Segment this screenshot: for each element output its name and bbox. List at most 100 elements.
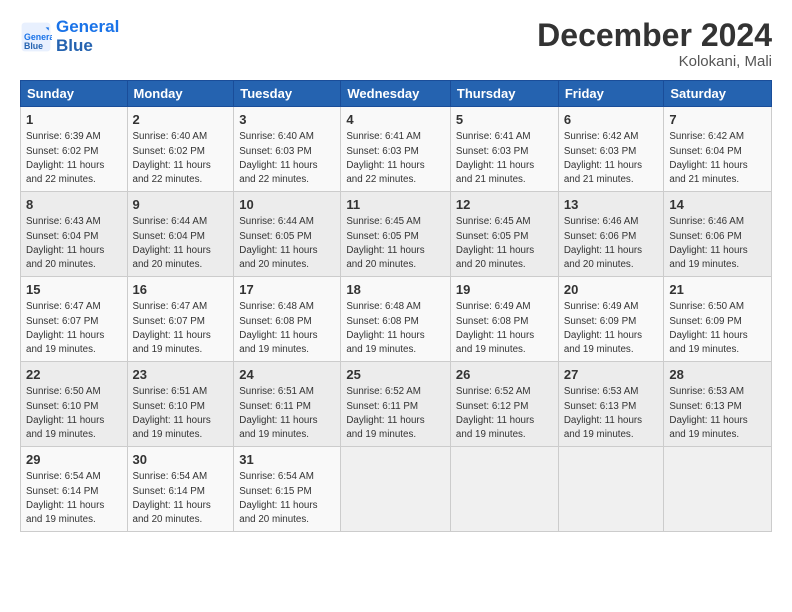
- page: General Blue GeneralBlue December 2024 K…: [0, 0, 792, 612]
- day-number: 25: [346, 366, 445, 384]
- day-number: 18: [346, 281, 445, 299]
- day-number: 21: [669, 281, 766, 299]
- day-info: Sunrise: 6:50 AM Sunset: 6:10 PM Dayligh…: [26, 385, 122, 442]
- day-number: 8: [26, 196, 122, 214]
- day-number: 12: [456, 196, 553, 214]
- logo-text: GeneralBlue: [56, 18, 119, 55]
- day-info: Sunrise: 6:49 AM Sunset: 6:08 PM Dayligh…: [456, 300, 553, 357]
- day-number: 13: [564, 196, 659, 214]
- table-row: 5Sunrise: 6:41 AM Sunset: 6:03 PM Daylig…: [450, 107, 558, 192]
- calendar-subtitle: Kolokani, Mali: [537, 53, 772, 70]
- table-row: 31Sunrise: 6:54 AM Sunset: 6:15 PM Dayli…: [234, 447, 341, 532]
- col-friday: Friday: [558, 81, 664, 107]
- table-row: 1Sunrise: 6:39 AM Sunset: 6:02 PM Daylig…: [21, 107, 128, 192]
- day-number: 23: [133, 366, 229, 384]
- table-row: [664, 447, 772, 532]
- table-row: [558, 447, 664, 532]
- day-info: Sunrise: 6:54 AM Sunset: 6:14 PM Dayligh…: [133, 470, 229, 527]
- table-row: 14Sunrise: 6:46 AM Sunset: 6:06 PM Dayli…: [664, 192, 772, 277]
- day-info: Sunrise: 6:40 AM Sunset: 6:02 PM Dayligh…: [133, 130, 229, 187]
- table-row: 22Sunrise: 6:50 AM Sunset: 6:10 PM Dayli…: [21, 362, 128, 447]
- table-row: [341, 447, 451, 532]
- day-number: 24: [239, 366, 335, 384]
- day-info: Sunrise: 6:50 AM Sunset: 6:09 PM Dayligh…: [669, 300, 766, 357]
- calendar-title: December 2024: [537, 18, 772, 53]
- calendar-week-row: 22Sunrise: 6:50 AM Sunset: 6:10 PM Dayli…: [21, 362, 772, 447]
- day-info: Sunrise: 6:53 AM Sunset: 6:13 PM Dayligh…: [564, 385, 659, 442]
- table-row: 3Sunrise: 6:40 AM Sunset: 6:03 PM Daylig…: [234, 107, 341, 192]
- table-row: 18Sunrise: 6:48 AM Sunset: 6:08 PM Dayli…: [341, 277, 451, 362]
- day-info: Sunrise: 6:51 AM Sunset: 6:10 PM Dayligh…: [133, 385, 229, 442]
- table-row: 9Sunrise: 6:44 AM Sunset: 6:04 PM Daylig…: [127, 192, 234, 277]
- table-row: 24Sunrise: 6:51 AM Sunset: 6:11 PM Dayli…: [234, 362, 341, 447]
- table-row: [450, 447, 558, 532]
- table-row: 30Sunrise: 6:54 AM Sunset: 6:14 PM Dayli…: [127, 447, 234, 532]
- table-row: 27Sunrise: 6:53 AM Sunset: 6:13 PM Dayli…: [558, 362, 664, 447]
- title-block: December 2024 Kolokani, Mali: [537, 18, 772, 70]
- day-number: 28: [669, 366, 766, 384]
- day-info: Sunrise: 6:41 AM Sunset: 6:03 PM Dayligh…: [456, 130, 553, 187]
- col-monday: Monday: [127, 81, 234, 107]
- table-row: 26Sunrise: 6:52 AM Sunset: 6:12 PM Dayli…: [450, 362, 558, 447]
- table-row: 6Sunrise: 6:42 AM Sunset: 6:03 PM Daylig…: [558, 107, 664, 192]
- day-number: 22: [26, 366, 122, 384]
- day-number: 3: [239, 111, 335, 129]
- day-info: Sunrise: 6:54 AM Sunset: 6:14 PM Dayligh…: [26, 470, 122, 527]
- day-info: Sunrise: 6:41 AM Sunset: 6:03 PM Dayligh…: [346, 130, 445, 187]
- day-number: 5: [456, 111, 553, 129]
- day-info: Sunrise: 6:44 AM Sunset: 6:05 PM Dayligh…: [239, 215, 335, 272]
- day-number: 17: [239, 281, 335, 299]
- day-info: Sunrise: 6:48 AM Sunset: 6:08 PM Dayligh…: [239, 300, 335, 357]
- table-row: 2Sunrise: 6:40 AM Sunset: 6:02 PM Daylig…: [127, 107, 234, 192]
- table-row: 16Sunrise: 6:47 AM Sunset: 6:07 PM Dayli…: [127, 277, 234, 362]
- table-row: 12Sunrise: 6:45 AM Sunset: 6:05 PM Dayli…: [450, 192, 558, 277]
- day-info: Sunrise: 6:47 AM Sunset: 6:07 PM Dayligh…: [133, 300, 229, 357]
- day-number: 29: [26, 451, 122, 469]
- calendar-table: Sunday Monday Tuesday Wednesday Thursday…: [20, 80, 772, 532]
- day-number: 19: [456, 281, 553, 299]
- table-row: 20Sunrise: 6:49 AM Sunset: 6:09 PM Dayli…: [558, 277, 664, 362]
- table-row: 13Sunrise: 6:46 AM Sunset: 6:06 PM Dayli…: [558, 192, 664, 277]
- logo: General Blue GeneralBlue: [20, 18, 119, 55]
- day-info: Sunrise: 6:46 AM Sunset: 6:06 PM Dayligh…: [669, 215, 766, 272]
- calendar-week-row: 29Sunrise: 6:54 AM Sunset: 6:14 PM Dayli…: [21, 447, 772, 532]
- day-number: 15: [26, 281, 122, 299]
- table-row: 19Sunrise: 6:49 AM Sunset: 6:08 PM Dayli…: [450, 277, 558, 362]
- day-number: 10: [239, 196, 335, 214]
- day-info: Sunrise: 6:39 AM Sunset: 6:02 PM Dayligh…: [26, 130, 122, 187]
- table-row: 10Sunrise: 6:44 AM Sunset: 6:05 PM Dayli…: [234, 192, 341, 277]
- day-number: 1: [26, 111, 122, 129]
- col-thursday: Thursday: [450, 81, 558, 107]
- day-number: 20: [564, 281, 659, 299]
- calendar-week-row: 1Sunrise: 6:39 AM Sunset: 6:02 PM Daylig…: [21, 107, 772, 192]
- table-row: 8Sunrise: 6:43 AM Sunset: 6:04 PM Daylig…: [21, 192, 128, 277]
- day-number: 6: [564, 111, 659, 129]
- col-wednesday: Wednesday: [341, 81, 451, 107]
- day-number: 31: [239, 451, 335, 469]
- header: General Blue GeneralBlue December 2024 K…: [20, 18, 772, 70]
- col-sunday: Sunday: [21, 81, 128, 107]
- calendar-header-row: Sunday Monday Tuesday Wednesday Thursday…: [21, 81, 772, 107]
- day-number: 30: [133, 451, 229, 469]
- day-number: 14: [669, 196, 766, 214]
- day-number: 4: [346, 111, 445, 129]
- day-info: Sunrise: 6:51 AM Sunset: 6:11 PM Dayligh…: [239, 385, 335, 442]
- day-info: Sunrise: 6:40 AM Sunset: 6:03 PM Dayligh…: [239, 130, 335, 187]
- day-number: 7: [669, 111, 766, 129]
- table-row: 17Sunrise: 6:48 AM Sunset: 6:08 PM Dayli…: [234, 277, 341, 362]
- svg-text:Blue: Blue: [24, 41, 43, 51]
- day-info: Sunrise: 6:52 AM Sunset: 6:11 PM Dayligh…: [346, 385, 445, 442]
- day-number: 11: [346, 196, 445, 214]
- calendar-week-row: 8Sunrise: 6:43 AM Sunset: 6:04 PM Daylig…: [21, 192, 772, 277]
- day-info: Sunrise: 6:43 AM Sunset: 6:04 PM Dayligh…: [26, 215, 122, 272]
- table-row: 15Sunrise: 6:47 AM Sunset: 6:07 PM Dayli…: [21, 277, 128, 362]
- day-number: 26: [456, 366, 553, 384]
- day-info: Sunrise: 6:42 AM Sunset: 6:03 PM Dayligh…: [564, 130, 659, 187]
- day-info: Sunrise: 6:46 AM Sunset: 6:06 PM Dayligh…: [564, 215, 659, 272]
- day-number: 16: [133, 281, 229, 299]
- day-number: 27: [564, 366, 659, 384]
- col-tuesday: Tuesday: [234, 81, 341, 107]
- day-info: Sunrise: 6:49 AM Sunset: 6:09 PM Dayligh…: [564, 300, 659, 357]
- day-info: Sunrise: 6:45 AM Sunset: 6:05 PM Dayligh…: [456, 215, 553, 272]
- day-info: Sunrise: 6:52 AM Sunset: 6:12 PM Dayligh…: [456, 385, 553, 442]
